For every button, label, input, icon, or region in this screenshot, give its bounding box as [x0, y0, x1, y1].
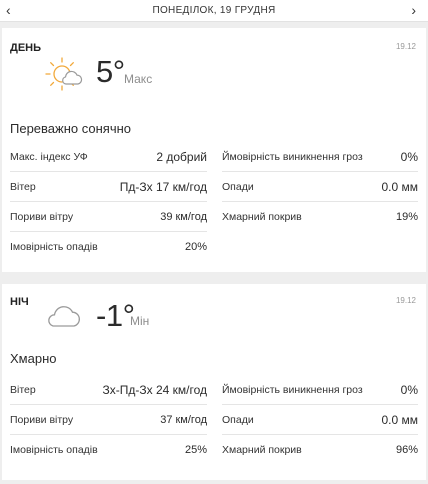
row-label: Імовірність опадів	[10, 444, 98, 456]
forecast-date: 19.12	[395, 42, 416, 51]
period-label: ДЕНЬ	[10, 42, 42, 54]
row-label: Пориви вітру	[10, 413, 74, 426]
row-label: Хмарний покрив	[222, 444, 302, 456]
wind-gusts-row: Пориви вітру 37 км/год	[10, 405, 207, 435]
day-forecast-card: ДЕНЬ 19.12 5° Макс Переважно сонячно Мак…	[2, 28, 426, 272]
row-label: Опади	[222, 413, 254, 426]
row-value: 0.0 мм	[381, 412, 418, 427]
precipitation-row: Опади 0.0 мм	[222, 405, 418, 435]
row-label: Вітер	[10, 180, 36, 193]
row-value: 0%	[400, 382, 418, 397]
row-value: 19%	[395, 211, 418, 223]
period-label: НІЧ	[10, 296, 29, 308]
row-label: Ймовірність виникнення гроз	[222, 383, 363, 396]
row-label: Пориви вітру	[10, 210, 74, 223]
row-value: 0.0 мм	[381, 179, 418, 194]
cloud-cover-row: Хмарний покрив 96%	[222, 435, 418, 465]
precip-probability-row: Імовірність опадів 20%	[10, 232, 207, 262]
row-value: 2 добрий	[156, 149, 207, 164]
forecast-date: 19.12	[395, 296, 416, 305]
thunderstorm-probability-row: Ймовірність виникнення гроз 0%	[222, 375, 418, 405]
precip-probability-row: Імовірність опадів 25%	[10, 435, 207, 465]
chevron-left-icon[interactable]: ‹	[6, 2, 11, 18]
current-date: Понеділок, 19 грудня	[152, 5, 276, 16]
min-label: Мін	[130, 314, 150, 328]
row-label: Макс. індекс УФ	[10, 150, 88, 163]
row-value: 25%	[184, 444, 207, 456]
weather-summary: Хмарно	[10, 351, 57, 366]
date-navigation-bar: ‹ Понеділок, 19 грудня ›	[0, 0, 428, 22]
row-label: Вітер	[10, 383, 36, 396]
wind-row: Вітер Зх-Пд-Зх 24 км/год	[10, 375, 207, 405]
max-temperature: 5°	[96, 54, 125, 89]
row-value: Зх-Пд-Зх 24 км/год	[102, 382, 208, 397]
row-value: 39 км/год	[160, 210, 207, 223]
precipitation-row: Опади 0.0 мм	[222, 172, 418, 202]
row-value: 0%	[400, 149, 418, 164]
cloud-icon	[48, 306, 80, 327]
row-value: Пд-Зх 17 км/год	[119, 179, 207, 194]
sun-cloud-icon	[45, 57, 83, 91]
row-label: Імовірність опадів	[10, 241, 98, 253]
night-forecast-card: НІЧ 19.12 -1° Мін Хмарно Вітер Зх-Пд-Зх …	[2, 284, 426, 480]
min-temperature: -1°	[96, 298, 135, 333]
cloud-cover-row: Хмарний покрив 19%	[222, 202, 418, 232]
row-value: 37 км/год	[160, 413, 207, 426]
wind-row: Вітер Пд-Зх 17 км/год	[10, 172, 207, 202]
row-label: Хмарний покрив	[222, 211, 302, 223]
row-value: 20%	[184, 241, 207, 253]
row-value: 96%	[395, 444, 418, 456]
weather-summary: Переважно сонячно	[10, 121, 132, 136]
uv-index-row: Макс. індекс УФ 2 добрий	[10, 142, 207, 172]
max-label: Макс	[124, 72, 153, 86]
wind-gusts-row: Пориви вітру 39 км/год	[10, 202, 207, 232]
chevron-right-icon[interactable]: ›	[411, 2, 416, 18]
row-label: Опади	[222, 180, 254, 193]
row-label: Ймовірність виникнення гроз	[222, 150, 363, 163]
thunderstorm-probability-row: Ймовірність виникнення гроз 0%	[222, 142, 418, 172]
